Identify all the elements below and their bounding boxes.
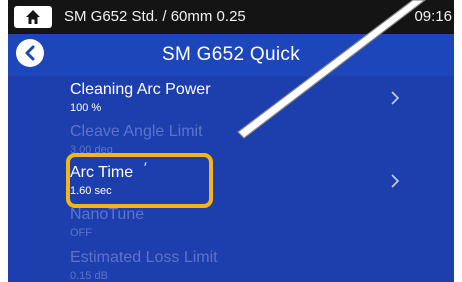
callout-pointer [237,0,426,139]
